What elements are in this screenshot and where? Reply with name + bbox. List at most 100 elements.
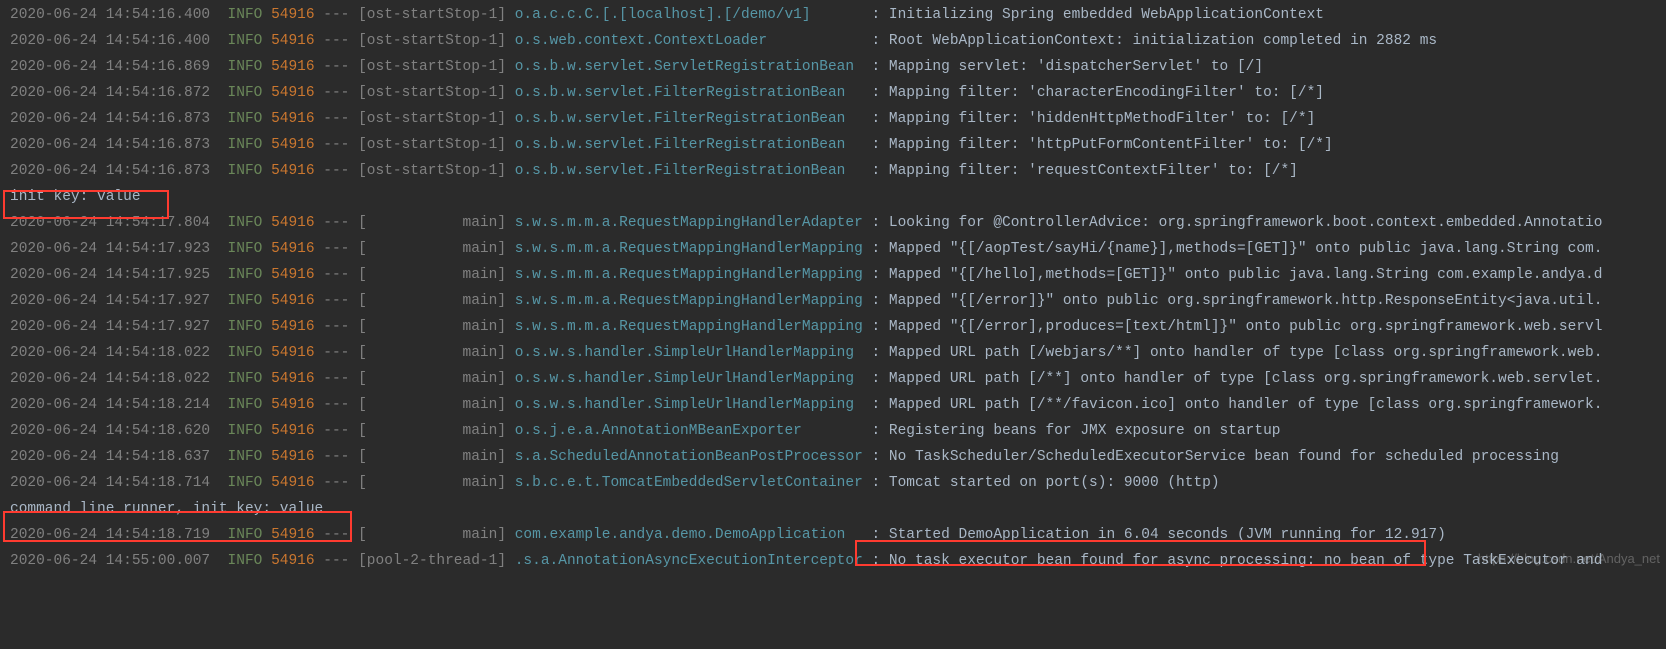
log-message: Mapping filter: 'hiddenHttpMethodFilter'… — [889, 111, 1315, 127]
colon-separator: : — [863, 553, 889, 569]
logger-name: s.w.s.m.m.a.RequestMappingHandlerMapping — [515, 293, 863, 309]
thread-name: [ main] — [358, 449, 506, 465]
process-id: 54916 — [271, 85, 315, 101]
process-id: 54916 — [271, 371, 315, 387]
colon-separator: : — [863, 241, 889, 257]
process-id: 54916 — [271, 449, 315, 465]
separator-dash: --- — [323, 293, 349, 309]
log-line: 2020-06-24 14:54:16.873 INFO 54916 --- [… — [10, 158, 1666, 184]
logger-name: o.s.w.s.handler.SimpleUrlHandlerMapping — [515, 345, 863, 361]
thread-name: [ost-startStop-1] — [358, 111, 506, 127]
log-level: INFO — [228, 449, 263, 465]
log-level: INFO — [228, 137, 263, 153]
log-level: INFO — [228, 397, 263, 413]
timestamp: 2020-06-24 14:54:18.719 — [10, 527, 210, 543]
thread-name: [ main] — [358, 423, 506, 439]
thread-name: [ost-startStop-1] — [358, 7, 506, 23]
timestamp: 2020-06-24 14:54:17.927 — [10, 319, 210, 335]
logger-name: o.a.c.c.C.[.[localhost].[/demo/v1] — [515, 7, 863, 23]
timestamp: 2020-06-24 14:54:18.714 — [10, 475, 210, 491]
log-line: 2020-06-24 14:54:18.714 INFO 54916 --- [… — [10, 470, 1666, 496]
colon-separator: : — [863, 293, 889, 309]
logger-name: o.s.w.s.handler.SimpleUrlHandlerMapping — [515, 397, 863, 413]
colon-separator: : — [863, 423, 889, 439]
process-id: 54916 — [271, 111, 315, 127]
log-level: INFO — [228, 553, 263, 569]
process-id: 54916 — [271, 423, 315, 439]
timestamp: 2020-06-24 14:55:00.007 — [10, 553, 210, 569]
log-message: Mapping filter: 'requestContextFilter' t… — [889, 163, 1298, 179]
log-message: Started DemoApplication in 6.04 seconds … — [889, 527, 1446, 543]
logger-name: o.s.w.s.handler.SimpleUrlHandlerMapping — [515, 371, 863, 387]
logger-name: o.s.web.context.ContextLoader — [515, 33, 863, 49]
process-id: 54916 — [271, 527, 315, 543]
separator-dash: --- — [323, 111, 349, 127]
separator-dash: --- — [323, 475, 349, 491]
log-level: INFO — [228, 345, 263, 361]
colon-separator: : — [863, 59, 889, 75]
timestamp: 2020-06-24 14:54:18.637 — [10, 449, 210, 465]
timestamp: 2020-06-24 14:54:16.873 — [10, 163, 210, 179]
log-level: INFO — [228, 319, 263, 335]
logger-name: .s.a.AnnotationAsyncExecutionInterceptor — [515, 553, 863, 569]
logger-name: o.s.b.w.servlet.FilterRegistrationBean — [515, 163, 863, 179]
log-message: No TaskScheduler/ScheduledExecutorServic… — [889, 449, 1559, 465]
separator-dash: --- — [323, 241, 349, 257]
log-level: INFO — [228, 163, 263, 179]
logger-name: s.a.ScheduledAnnotationBeanPostProcessor — [515, 449, 863, 465]
log-message: Mapped "{[/aopTest/sayHi/{name}],methods… — [889, 241, 1603, 257]
thread-name: [pool-2-thread-1] — [358, 553, 506, 569]
colon-separator: : — [863, 163, 889, 179]
process-id: 54916 — [271, 397, 315, 413]
log-message: Root WebApplicationContext: initializati… — [889, 33, 1437, 49]
log-line: 2020-06-24 14:54:17.804 INFO 54916 --- [… — [10, 210, 1666, 236]
log-line: 2020-06-24 14:54:18.719 INFO 54916 --- [… — [10, 522, 1666, 548]
timestamp: 2020-06-24 14:54:16.872 — [10, 85, 210, 101]
process-id: 54916 — [271, 319, 315, 335]
timestamp: 2020-06-24 14:54:16.869 — [10, 59, 210, 75]
log-message: Registering beans for JMX exposure on st… — [889, 423, 1281, 439]
separator-dash: --- — [323, 59, 349, 75]
console-log-output[interactable]: 2020-06-24 14:54:16.400 INFO 54916 --- [… — [0, 0, 1666, 574]
colon-separator: : — [863, 345, 889, 361]
process-id: 54916 — [271, 553, 315, 569]
colon-separator: : — [863, 215, 889, 231]
log-level: INFO — [228, 215, 263, 231]
process-id: 54916 — [271, 7, 315, 23]
thread-name: [ main] — [358, 267, 506, 283]
separator-dash: --- — [323, 7, 349, 23]
separator-dash: --- — [323, 553, 349, 569]
logger-name: o.s.b.w.servlet.FilterRegistrationBean — [515, 85, 863, 101]
log-level: INFO — [228, 241, 263, 257]
separator-dash: --- — [323, 449, 349, 465]
thread-name: [ost-startStop-1] — [358, 137, 506, 153]
colon-separator: : — [863, 111, 889, 127]
log-line: 2020-06-24 14:54:17.927 INFO 54916 --- [… — [10, 314, 1666, 340]
log-message: Mapping filter: 'characterEncodingFilter… — [889, 85, 1324, 101]
log-message: Mapping filter: 'httpPutFormContentFilte… — [889, 137, 1333, 153]
log-level: INFO — [228, 111, 263, 127]
separator-dash: --- — [323, 137, 349, 153]
log-line: 2020-06-24 14:54:17.927 INFO 54916 --- [… — [10, 288, 1666, 314]
log-line: 2020-06-24 14:54:18.637 INFO 54916 --- [… — [10, 444, 1666, 470]
process-id: 54916 — [271, 293, 315, 309]
timestamp: 2020-06-24 14:54:17.927 — [10, 293, 210, 309]
log-line: 2020-06-24 14:54:16.873 INFO 54916 --- [… — [10, 106, 1666, 132]
log-level: INFO — [228, 59, 263, 75]
colon-separator: : — [863, 7, 889, 23]
process-id: 54916 — [271, 163, 315, 179]
logger-name: com.example.andya.demo.DemoApplication — [515, 527, 863, 543]
log-message: Mapped URL path [/**] onto handler of ty… — [889, 371, 1603, 387]
colon-separator: : — [863, 319, 889, 335]
thread-name: [ost-startStop-1] — [358, 85, 506, 101]
log-level: INFO — [228, 475, 263, 491]
thread-name: [ main] — [358, 215, 506, 231]
stdout-line: command line runner, init key: value — [10, 496, 1666, 522]
log-line: 2020-06-24 14:55:00.007 INFO 54916 --- [… — [10, 548, 1666, 574]
colon-separator: : — [863, 449, 889, 465]
colon-separator: : — [863, 397, 889, 413]
timestamp: 2020-06-24 14:54:18.214 — [10, 397, 210, 413]
timestamp: 2020-06-24 14:54:16.873 — [10, 137, 210, 153]
process-id: 54916 — [271, 137, 315, 153]
log-level: INFO — [228, 293, 263, 309]
